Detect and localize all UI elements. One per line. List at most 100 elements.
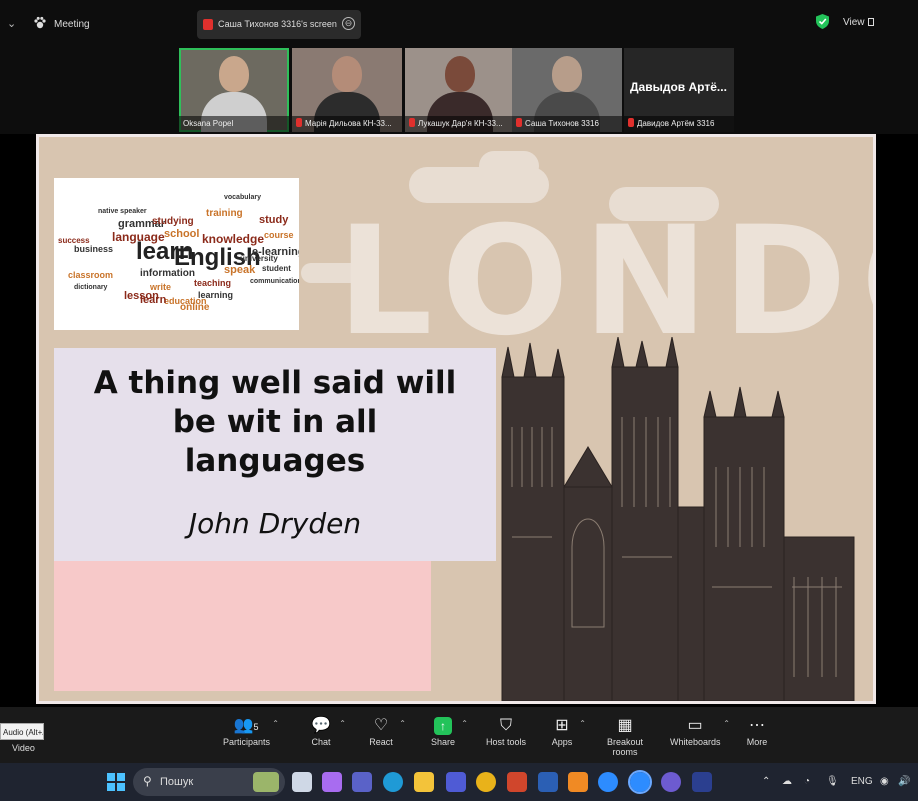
- teams-icon[interactable]: [352, 772, 372, 792]
- video-tile[interactable]: Саша Тихонов 3316: [512, 48, 622, 132]
- video-tile[interactable]: Лукашук Дар'я КН-33...: [405, 48, 515, 132]
- edge-icon[interactable]: [383, 772, 403, 792]
- shield-icon: ⛉: [499, 717, 512, 734]
- word-cloud-word: classroom: [68, 270, 114, 280]
- participant-display-name: Давыдов Артё...: [630, 80, 727, 94]
- file-explorer-icon[interactable]: [414, 772, 434, 792]
- meeting-paw-icon[interactable]: [33, 16, 47, 30]
- participant-name: Саша Тихонов 3316: [512, 116, 622, 132]
- encryption-shield-icon[interactable]: [816, 14, 829, 29]
- word-icon[interactable]: [538, 772, 558, 792]
- cloud-icon[interactable]: ☁: [782, 776, 792, 787]
- participants-button[interactable]: 👥5 Participants ⌃: [223, 715, 279, 747]
- host-tools-button[interactable]: ⛉ Host tools: [485, 715, 527, 747]
- wifi-icon[interactable]: ◉: [880, 776, 889, 787]
- microphone-icon[interactable]: 🎙: [826, 776, 839, 787]
- participant-head: [445, 56, 475, 92]
- react-button[interactable]: ♡ React ⌃: [366, 715, 406, 747]
- host-tools-label: Host tools: [485, 737, 527, 747]
- muted-mic-icon: [516, 118, 522, 127]
- word-cloud-word: business: [74, 244, 114, 254]
- chevron-up-icon[interactable]: ⌃: [399, 719, 406, 728]
- participant-head: [552, 56, 582, 92]
- zoom-icon[interactable]: [598, 772, 618, 792]
- muted-mic-icon: [409, 118, 415, 127]
- chat-button[interactable]: 💬 Chat ⌃: [306, 715, 346, 747]
- cloud-decoration: [479, 151, 539, 181]
- word-cloud-word: vocabulary: [224, 194, 261, 201]
- volume-icon[interactable]: 🔊: [898, 776, 910, 787]
- apps-button[interactable]: ⊞ Apps ⌃: [548, 715, 586, 747]
- chevron-up-icon[interactable]: ⌃: [723, 719, 730, 728]
- breakout-rooms-button[interactable]: ▦ Breakout rooms: [594, 715, 656, 757]
- participant-name: Oksana Popel: [179, 116, 289, 132]
- chevron-up-icon[interactable]: ⌃: [272, 719, 279, 728]
- view-label: View: [843, 17, 865, 28]
- more-label: More: [746, 737, 768, 747]
- chevron-up-icon[interactable]: ⌃: [579, 719, 586, 728]
- app-icon[interactable]: [568, 772, 588, 792]
- meeting-top-bar: ⌄ Meeting Саша Тихонов 3316's screen ⊖ V…: [0, 0, 918, 48]
- participant-name: Марія Дильова КН-33...: [292, 116, 402, 132]
- chevron-up-icon[interactable]: ⌃: [339, 719, 346, 728]
- word-cloud-word: learn: [140, 294, 167, 306]
- whiteboard-icon: ▭: [687, 717, 703, 734]
- security-icon[interactable]: [692, 772, 712, 792]
- task-view-icon[interactable]: [292, 772, 312, 792]
- search-placeholder: Пошук: [160, 776, 194, 788]
- more-button[interactable]: ⋯ More: [744, 715, 770, 747]
- share-screen-icon: [203, 19, 213, 30]
- word-cloud-word: online: [180, 302, 210, 313]
- chat-icon: 💬: [311, 717, 331, 734]
- video-tile[interactable]: Давыдов Артё... Давидов Артём 3316: [624, 48, 734, 132]
- powerpoint-icon[interactable]: [507, 772, 527, 792]
- participants-count: 5: [253, 722, 259, 732]
- video-tile[interactable]: Марія Дильова КН-33...: [292, 48, 402, 132]
- view-button[interactable]: View: [843, 17, 874, 28]
- chevron-up-icon[interactable]: ⌃: [461, 719, 468, 728]
- app-tray-icon[interactable]: ◔: [804, 776, 810, 787]
- word-cloud-word: success: [58, 236, 90, 245]
- apps-icon: ⊞: [555, 717, 569, 734]
- participant-video-strip: Oksana Popel Марія Дильова КН-33... Лука…: [0, 48, 918, 134]
- more-icon: ⋯: [749, 717, 765, 734]
- taskbar-search[interactable]: ⚲ Пошук: [133, 768, 285, 796]
- word-cloud-word: training: [206, 208, 243, 219]
- breakout-label: Breakout rooms: [606, 737, 644, 757]
- language-indicator[interactable]: ENG: [851, 776, 873, 787]
- word-cloud-word: university: [240, 254, 278, 263]
- video-tile[interactable]: Oksana Popel: [179, 48, 289, 132]
- share-button[interactable]: ↑ Share ⌃: [428, 715, 468, 747]
- word-cloud-word: communication: [250, 278, 299, 285]
- cathedral-illustration: [501, 337, 855, 701]
- word-cloud-word: study: [259, 214, 289, 226]
- meeting-label[interactable]: Meeting: [54, 19, 90, 30]
- participant-head: [332, 56, 362, 92]
- copilot-icon[interactable]: [322, 772, 342, 792]
- zoom-active-icon[interactable]: [628, 770, 652, 794]
- chrome-icon[interactable]: [476, 772, 496, 792]
- screen-share-indicator[interactable]: Саша Тихонов 3316's screen ⊖: [197, 10, 361, 39]
- word-cloud-word: teaching: [194, 278, 232, 288]
- word-cloud-word: school: [164, 228, 200, 240]
- app-icon[interactable]: [446, 772, 466, 792]
- share-options-icon[interactable]: ⊖: [342, 17, 355, 30]
- react-label: React: [369, 737, 393, 747]
- windows-start-icon[interactable]: [107, 773, 125, 791]
- search-highlight-icon: [253, 772, 279, 792]
- participant-name: Давидов Артём 3316: [624, 116, 734, 132]
- word-cloud-word: language: [112, 230, 165, 244]
- word-cloud-word: native speaker: [98, 208, 147, 215]
- view-grid-icon: [867, 18, 874, 26]
- audio-tooltip: Audio (Alt+A): [0, 723, 44, 740]
- chevron-down-icon[interactable]: ⌄: [7, 17, 16, 30]
- whiteboards-button[interactable]: ▭ Whiteboards ⌃: [670, 715, 730, 747]
- word-cloud-word: information: [140, 268, 195, 279]
- apps-label: Apps: [551, 737, 573, 747]
- participant-name: Лукашук Дар'я КН-33...: [405, 116, 515, 132]
- quote-text: A thing well said will be wit in all lan…: [93, 365, 457, 479]
- chevron-up-icon[interactable]: ⌃: [762, 776, 770, 787]
- word-cloud-word: speak: [224, 264, 256, 276]
- media-player-icon[interactable]: [661, 772, 681, 792]
- video-label[interactable]: Video: [12, 743, 35, 753]
